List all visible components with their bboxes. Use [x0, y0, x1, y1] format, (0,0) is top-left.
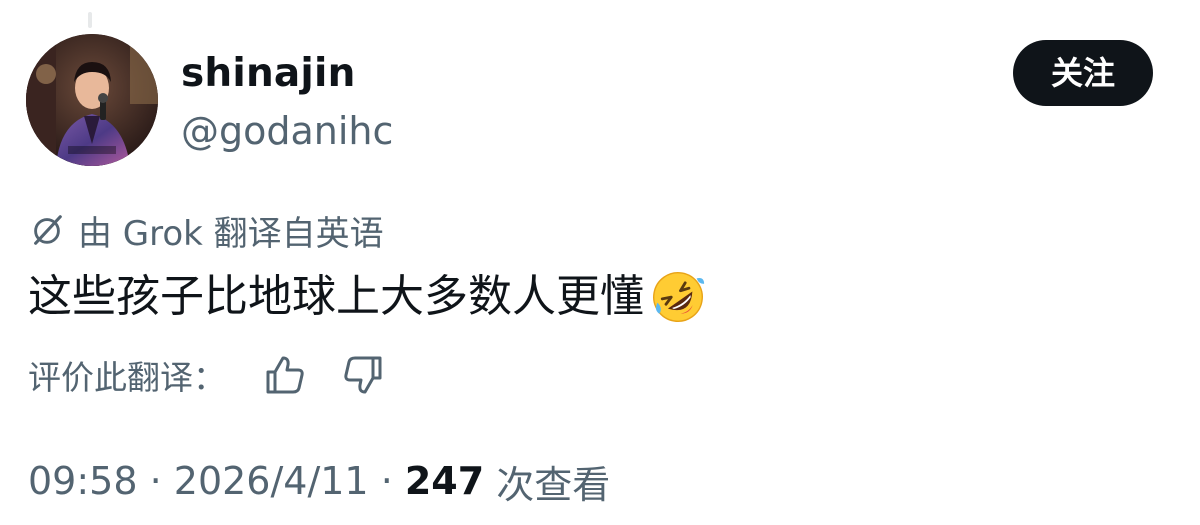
translation-label: 由 Grok 翻译自英语 — [78, 213, 384, 254]
post-text: 这些孩子比地球上大多数人更懂 — [28, 271, 644, 322]
post-time[interactable]: 09:58 — [28, 459, 138, 503]
top-divider — [88, 12, 92, 28]
avatar-photo-icon — [26, 34, 158, 166]
post-meta: 09:58 · 2026/4/11 · 247 次查看 — [28, 454, 610, 508]
meta-separator: · — [368, 459, 405, 503]
post-body: 这些孩子比地球上大多数人更懂 — [28, 268, 706, 326]
rate-translation-label: 评价此翻译： — [28, 358, 226, 397]
post-date[interactable]: 2026/4/11 — [174, 459, 369, 503]
tweet-card: shinajin @godanihc 关注 由 Grok 翻译自英语 这些孩子比… — [0, 0, 1200, 525]
avatar[interactable] — [26, 34, 158, 166]
translation-notice: 由 Grok 翻译自英语 — [28, 204, 384, 256]
views-label: 次查看 — [484, 462, 611, 507]
user-handle[interactable]: @godanihc — [181, 106, 393, 156]
grok-icon — [34, 215, 62, 245]
views-count: 247 — [404, 459, 485, 503]
follow-button[interactable]: 关注 — [1013, 40, 1153, 106]
display-name[interactable]: shinajin — [181, 48, 356, 100]
thumbs-up-icon[interactable] — [262, 352, 308, 398]
rate-translation-row: 评价此翻译： — [28, 350, 386, 400]
thumbs-down-icon[interactable] — [340, 352, 386, 398]
meta-separator: · — [137, 459, 174, 503]
rolling-on-floor-laughing-emoji-icon — [653, 272, 705, 322]
